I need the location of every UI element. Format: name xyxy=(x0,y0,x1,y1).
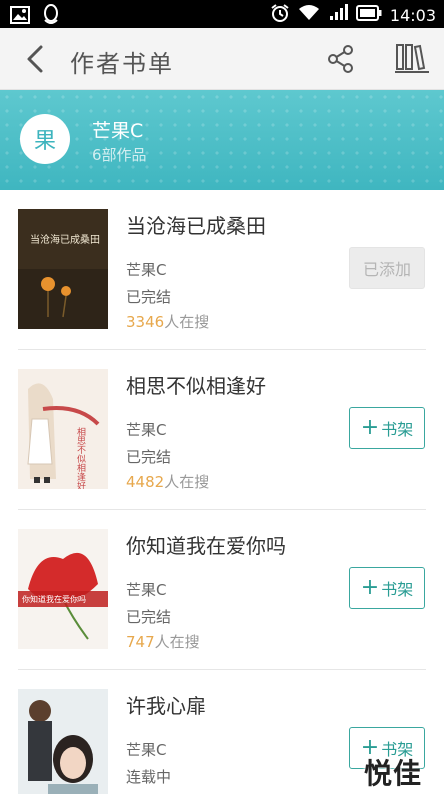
author-name: 芒果C xyxy=(92,120,144,142)
bookshelf-icon xyxy=(395,44,429,73)
book-search-count: 4482人在搜 xyxy=(126,473,210,491)
author-header: 果 芒果C 6部作品 xyxy=(0,90,444,190)
signal-icon xyxy=(328,4,348,26)
book-status: 已完结 xyxy=(126,288,172,306)
page-title: 作者书单 xyxy=(70,50,174,78)
plus-icon: + xyxy=(360,415,380,440)
back-button[interactable] xyxy=(18,42,52,76)
book-cover: 你知道我在爱你吗 xyxy=(18,529,108,649)
book-title[interactable]: 当沧海已成桑田 xyxy=(126,210,266,239)
book-search-count: 3346人在搜 xyxy=(126,313,210,331)
wifi-icon xyxy=(298,4,320,26)
book-author: 芒果C xyxy=(126,741,167,759)
cover-text: 相思不似相逢好 xyxy=(75,426,86,489)
book-title[interactable]: 你知道我在爱你吗 xyxy=(126,530,286,559)
watermark: 悦佳信 xyxy=(364,757,423,790)
bookshelf-button[interactable] xyxy=(394,42,430,76)
book-status: 连载中 xyxy=(126,768,172,786)
battery-icon xyxy=(355,5,382,25)
add-to-shelf-button[interactable]: + 书架 xyxy=(349,567,425,609)
book-cover xyxy=(18,689,108,794)
book-search-count: 747人在搜 xyxy=(126,633,200,651)
book-title[interactable]: 相思不似相逢好 xyxy=(126,370,266,399)
status-time: 14:03 xyxy=(389,5,436,25)
chevron-left-icon xyxy=(27,45,43,73)
list-item[interactable]: 相思不似相逢好 相思不似相逢好 芒果C 已完结 4482人在搜 + 书架 xyxy=(0,350,444,510)
book-status: 已完结 xyxy=(126,608,172,626)
author-works-count: 6部作品 xyxy=(92,146,147,164)
alarm-icon xyxy=(270,3,290,27)
book-status: 已完结 xyxy=(126,448,172,466)
toolbar: 作者书单 xyxy=(0,28,444,90)
book-title[interactable]: 许我心扉 xyxy=(126,690,206,719)
qq-icon xyxy=(42,4,60,30)
add-to-shelf-button[interactable]: + 书架 xyxy=(349,407,425,449)
added-button[interactable]: 已添加 xyxy=(349,247,425,289)
status-bar: 14:03 xyxy=(0,0,444,28)
list-item[interactable]: 当沧海已成桑田 当沧海已成桑田 芒果C 已完结 3346人在搜 已添加 xyxy=(0,190,444,350)
cover-text: 你知道我在爱你吗 xyxy=(22,594,86,604)
list-item[interactable]: 你知道我在爱你吗 你知道我在爱你吗 芒果C 已完结 747人在搜 + 书架 xyxy=(0,510,444,670)
share-button[interactable] xyxy=(326,44,356,74)
book-author: 芒果C xyxy=(126,261,167,279)
author-avatar: 果 xyxy=(20,114,70,164)
book-cover: 当沧海已成桑田 xyxy=(18,209,108,329)
cover-text: 当沧海已成桑田 xyxy=(30,233,100,246)
share-icon xyxy=(328,45,353,73)
book-cover: 相思不似相逢好 xyxy=(18,369,108,489)
plus-icon: + xyxy=(360,575,380,600)
book-author: 芒果C xyxy=(126,581,167,599)
book-author: 芒果C xyxy=(126,421,167,439)
image-icon xyxy=(10,6,30,28)
book-list: 当沧海已成桑田 当沧海已成桑田 芒果C 已完结 3346人在搜 已添加 相思不似… xyxy=(0,190,444,794)
